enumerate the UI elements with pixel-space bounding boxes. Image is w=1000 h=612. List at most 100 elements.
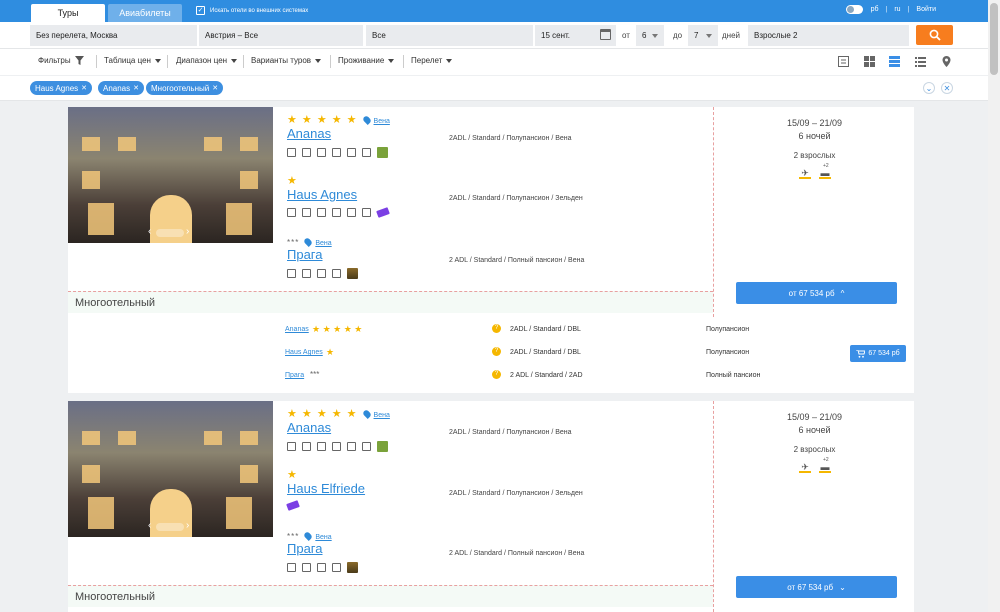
tab-tours[interactable]: Туры: [31, 4, 105, 22]
tour-variants-label: Варианты туров: [251, 56, 312, 65]
compare-view-icon[interactable]: [838, 56, 849, 67]
resort-field[interactable]: Все: [366, 25, 533, 46]
close-icon[interactable]: ✕: [212, 84, 218, 92]
search-button[interactable]: [916, 25, 953, 45]
detail-hotel-link[interactable]: Прага: [285, 372, 304, 379]
chevron-down-icon: [231, 58, 238, 63]
star-rating: ★: [287, 469, 298, 481]
currency-label[interactable]: рб: [871, 6, 879, 13]
hotel-thumb-icon: [347, 268, 358, 279]
city-link[interactable]: Вена: [374, 118, 390, 125]
multi-hotel-text: Многоотельный: [75, 591, 156, 603]
hotel-photo[interactable]: ‹ ›: [68, 107, 273, 243]
map-pin-icon: [361, 409, 372, 419]
nights-from-label: от: [622, 31, 630, 40]
nights-to-label: до: [673, 31, 683, 40]
amenity-icon: [287, 442, 296, 451]
city-link[interactable]: Вена: [374, 412, 390, 419]
info-icon[interactable]: ?: [492, 370, 501, 379]
transport-icons: ✈ ▬ +2: [799, 163, 831, 179]
active-filters: Haus Agnes ✕ Ananas ✕ Многоотельный ✕ ⌄ ✕: [0, 76, 988, 101]
departure-field[interactable]: Без перелета, Москва: [30, 25, 197, 46]
add-to-cart-button[interactable]: 67 534 рб: [850, 345, 906, 362]
filter-chip[interactable]: Haus Agnes ✕: [30, 81, 93, 95]
detail-hotel-link[interactable]: Ananas: [285, 326, 309, 333]
scrollbar[interactable]: [988, 0, 1000, 612]
scrollbar-thumb[interactable]: [990, 3, 998, 75]
amenity-icon: [302, 269, 311, 278]
filter-chip[interactable]: Ananas ✕: [98, 81, 145, 95]
tour-dates: 15/09 – 21/09: [786, 412, 843, 422]
tour-variants-dropdown[interactable]: Варианты туров: [251, 56, 322, 65]
star-rating: ★ ★ ★ ★ ★: [287, 114, 358, 126]
amenity-icon: [332, 442, 341, 451]
map-pin-icon[interactable]: [941, 56, 952, 67]
amenity-icon: [317, 442, 326, 451]
list-view-icon[interactable]: [889, 56, 900, 67]
date-value: 15 сент.: [541, 31, 570, 40]
nights-from-select[interactable]: 6: [636, 25, 664, 46]
price-button[interactable]: от 67 534 рб ⌄: [736, 576, 897, 598]
grid-view-icon[interactable]: [864, 56, 875, 67]
date-field[interactable]: 15 сент.: [535, 25, 616, 46]
expand-filters-button[interactable]: ⌄: [923, 82, 935, 94]
calendar-icon[interactable]: [600, 29, 611, 40]
price-table-dropdown[interactable]: Таблица цен: [104, 56, 161, 65]
promo-tag-icon: [286, 500, 300, 511]
city-link[interactable]: Вена: [315, 240, 331, 247]
info-icon[interactable]: ?: [492, 347, 501, 356]
nights-to-select[interactable]: 7: [688, 25, 718, 46]
checkbox-icon[interactable]: ✓: [196, 6, 205, 15]
city-link[interactable]: Вена: [315, 534, 331, 541]
currency-toggle[interactable]: [845, 5, 863, 14]
login-link[interactable]: Войти: [916, 6, 936, 13]
clear-filters-button[interactable]: ✕: [941, 82, 953, 94]
chevron-right-icon[interactable]: ›: [186, 226, 189, 237]
amenities: [287, 562, 707, 573]
external-search-toggle[interactable]: ✓ Искать отели во внешних системах: [196, 6, 308, 15]
amenities: [286, 500, 707, 511]
detail-meal: Полупансион: [706, 349, 750, 356]
detail-room: 2 ADL / Standard / 2AD: [510, 372, 583, 379]
search-row: Без перелета, Москва Австрия – Все Все 1…: [0, 22, 988, 48]
transport-icons: ✈ ▬ +2: [799, 457, 831, 473]
divider: [330, 55, 331, 68]
room-info: 2ADL / Standard / Полупансион / Вена: [449, 429, 572, 436]
map-pin-icon: [361, 115, 372, 125]
amenities: [287, 268, 707, 279]
chevron-right-icon[interactable]: ›: [186, 520, 189, 531]
chevron-left-icon[interactable]: ‹: [148, 226, 151, 237]
price-range-dropdown[interactable]: Диапазон цен: [176, 56, 238, 65]
price-button[interactable]: от 67 534 рб ^: [736, 282, 897, 304]
price-label: от 67 534 рб: [787, 582, 834, 592]
star-rating: ★: [287, 175, 298, 187]
detail-hotel-link[interactable]: Haus Agnes: [285, 349, 323, 356]
accommodation-dropdown[interactable]: Проживание: [338, 56, 395, 65]
search-icon: [929, 29, 941, 41]
close-icon[interactable]: ✕: [81, 84, 87, 92]
amenity-icon: [302, 148, 311, 157]
chip-label: Haus Agnes: [35, 83, 79, 93]
detail-room: 2ADL / Standard / DBL: [510, 349, 581, 356]
info-icon[interactable]: ?: [492, 324, 501, 333]
tab-avia[interactable]: Авиабилеты: [108, 4, 182, 22]
filters-label: Фильтры: [38, 56, 71, 65]
country-field[interactable]: Австрия – Все: [199, 25, 363, 46]
close-icon: ✕: [943, 83, 951, 93]
filter-chip[interactable]: Многоотельный ✕: [146, 81, 224, 95]
star-rating: ★ ★ ★ ★ ★: [312, 324, 363, 334]
language-switch[interactable]: ru: [894, 6, 900, 13]
plane-icon: ✈: [799, 463, 811, 473]
funnel-icon: [74, 56, 84, 65]
room-info: 2ADL / Standard / Полупансион / Зельден: [449, 195, 583, 202]
compact-list-icon[interactable]: [915, 56, 926, 67]
flight-dropdown[interactable]: Перелет: [411, 56, 453, 65]
hotel-photo[interactable]: ‹ ›: [68, 401, 273, 537]
detail-row: Ananas ★ ★ ★ ★ ★ ? 2ADL / Standard / DBL…: [68, 321, 914, 343]
close-icon[interactable]: ✕: [133, 84, 139, 92]
tourists-field[interactable]: Взрослые 2: [748, 25, 909, 46]
chevron-left-icon[interactable]: ‹: [148, 520, 151, 531]
amenity-icon: [302, 563, 311, 572]
filters-button[interactable]: Фильтры: [38, 56, 84, 65]
amenity-icon: [287, 269, 296, 278]
